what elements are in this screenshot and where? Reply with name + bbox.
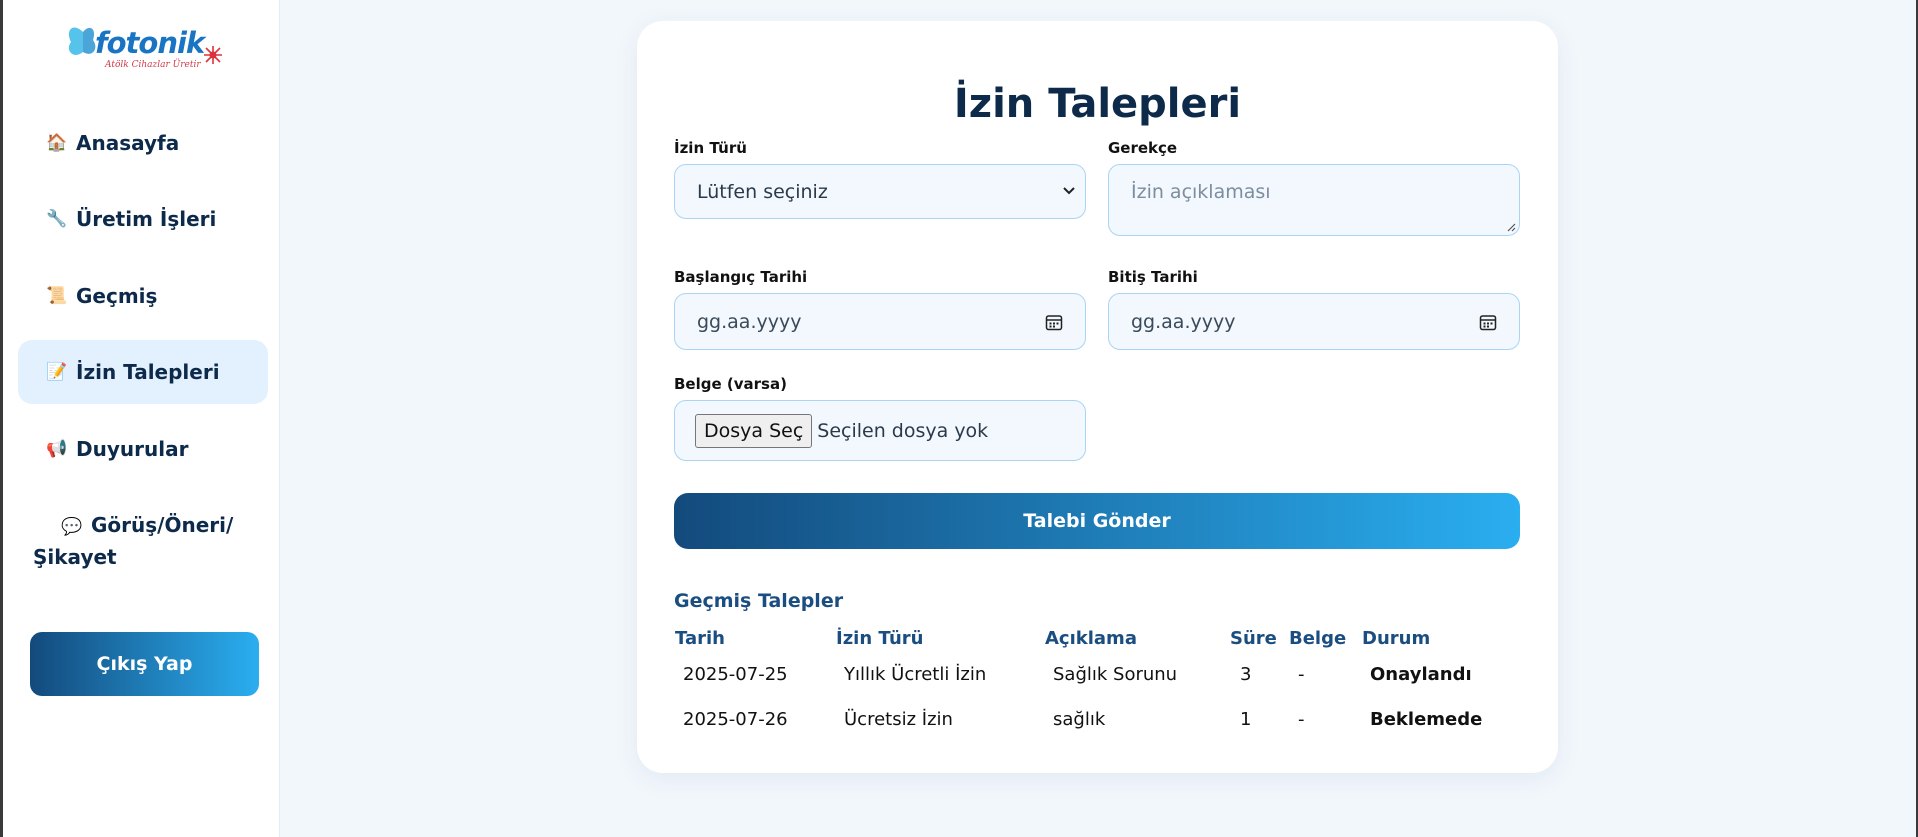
cell-status: Onaylandı (1370, 664, 1472, 685)
reason-textarea[interactable]: İzin açıklaması (1108, 164, 1520, 236)
cell-date: 2025-07-25 (683, 664, 788, 685)
end-date-input[interactable]: gg.aa.yyyy (1108, 293, 1520, 350)
wrench-icon: 🔧 (46, 209, 68, 229)
sidebar-item-label: Anasayfa (76, 131, 180, 155)
calendar-icon[interactable] (1479, 313, 1497, 331)
cell-document: - (1298, 664, 1305, 685)
sidebar: fotonik Atölk Cihazlar Üretir 🏠 Anasayfa… (3, 0, 280, 837)
cell-leave-type: Yıllık Ücretli İzin (844, 664, 987, 685)
memo-icon: 📝 (46, 362, 68, 382)
column-header-date: Tarih (675, 628, 725, 649)
sidebar-item-label: Üretim İşleri (76, 207, 217, 231)
sidebar-item-duyurular[interactable]: 📢 Duyurular (18, 422, 268, 476)
logo-tagline: Atölk Cihazlar Üretir (105, 60, 201, 70)
home-icon: 🏠 (46, 133, 68, 153)
leave-request-card: İzin Talepleri İzin Türü Lütfen seçiniz … (637, 21, 1558, 773)
cell-description: sağlık (1053, 709, 1106, 730)
calendar-icon[interactable] (1045, 313, 1063, 331)
leave-type-selected-value: Lütfen seçiniz (697, 180, 828, 203)
document-file-input[interactable]: Dosya Seç Seçilen dosya yok (674, 400, 1086, 461)
submit-request-button[interactable]: Talebi Gönder (674, 493, 1520, 549)
choose-file-button[interactable]: Dosya Seç (695, 413, 813, 448)
speech-bubble-icon: 💬 (61, 517, 83, 537)
cell-document: - (1298, 709, 1305, 730)
sidebar-item-uretim-isleri[interactable]: 🔧 Üretim İşleri (18, 192, 268, 246)
leave-type-select[interactable]: Lütfen seçiniz (674, 164, 1086, 219)
scroll-icon: 📜 (46, 286, 68, 306)
reason-label: Gerekçe (1108, 139, 1178, 157)
cell-leave-type: Ücretsiz İzin (844, 709, 953, 730)
document-label: Belge (varsa) (674, 375, 787, 393)
start-date-input[interactable]: gg.aa.yyyy (674, 293, 1086, 350)
column-header-leave-type: İzin Türü (836, 628, 924, 649)
cell-duration: 3 (1240, 664, 1252, 685)
fotonik-logo[interactable]: fotonik Atölk Cihazlar Üretir (65, 20, 225, 76)
column-header-status: Durum (1362, 628, 1431, 649)
cell-description: Sağlık Sorunu (1053, 664, 1178, 685)
cell-date: 2025-07-26 (683, 709, 788, 730)
sidebar-item-label: Duyurular (76, 437, 189, 461)
sidebar-item-gorus-oneri-sikayet[interactable]: 💬 Görüş/Öneri/ Şikayet (18, 510, 268, 574)
laser-spark-icon (204, 46, 222, 64)
reason-placeholder: İzin açıklaması (1131, 181, 1271, 203)
chevron-down-icon (1063, 187, 1075, 195)
logo-wordmark: fotonik (95, 26, 205, 60)
leave-type-label: İzin Türü (674, 139, 747, 157)
end-date-placeholder: gg.aa.yyyy (1131, 310, 1236, 333)
sidebar-item-label: Geçmiş (76, 284, 158, 308)
file-status-text: Seçilen dosya yok (817, 419, 989, 442)
logout-button[interactable]: Çıkış Yap (30, 632, 259, 696)
megaphone-icon: 📢 (46, 439, 68, 459)
sidebar-item-anasayfa[interactable]: 🏠 Anasayfa (18, 116, 268, 170)
column-header-description: Açıklama (1045, 628, 1137, 649)
sidebar-item-izin-talepleri[interactable]: 📝 İzin Talepleri (18, 340, 268, 404)
history-section-title: Geçmiş Talepler (674, 590, 844, 612)
sidebar-item-label-line1: Görüş/Öneri/ (91, 513, 234, 537)
cell-duration: 1 (1240, 709, 1252, 730)
end-date-label: Bitiş Tarihi (1108, 268, 1198, 286)
cell-status: Beklemede (1370, 709, 1483, 730)
start-date-label: Başlangıç Tarihi (674, 268, 808, 286)
column-header-document: Belge (1289, 628, 1347, 649)
start-date-placeholder: gg.aa.yyyy (697, 310, 802, 333)
sidebar-item-label: İzin Talepleri (76, 360, 220, 384)
sidebar-item-label-line2: Şikayet (33, 545, 117, 569)
sidebar-item-gecmis[interactable]: 📜 Geçmiş (18, 269, 268, 323)
column-header-duration: Süre (1230, 628, 1277, 649)
resize-handle-icon (1507, 223, 1516, 232)
page-title: İzin Talepleri (953, 81, 1242, 127)
